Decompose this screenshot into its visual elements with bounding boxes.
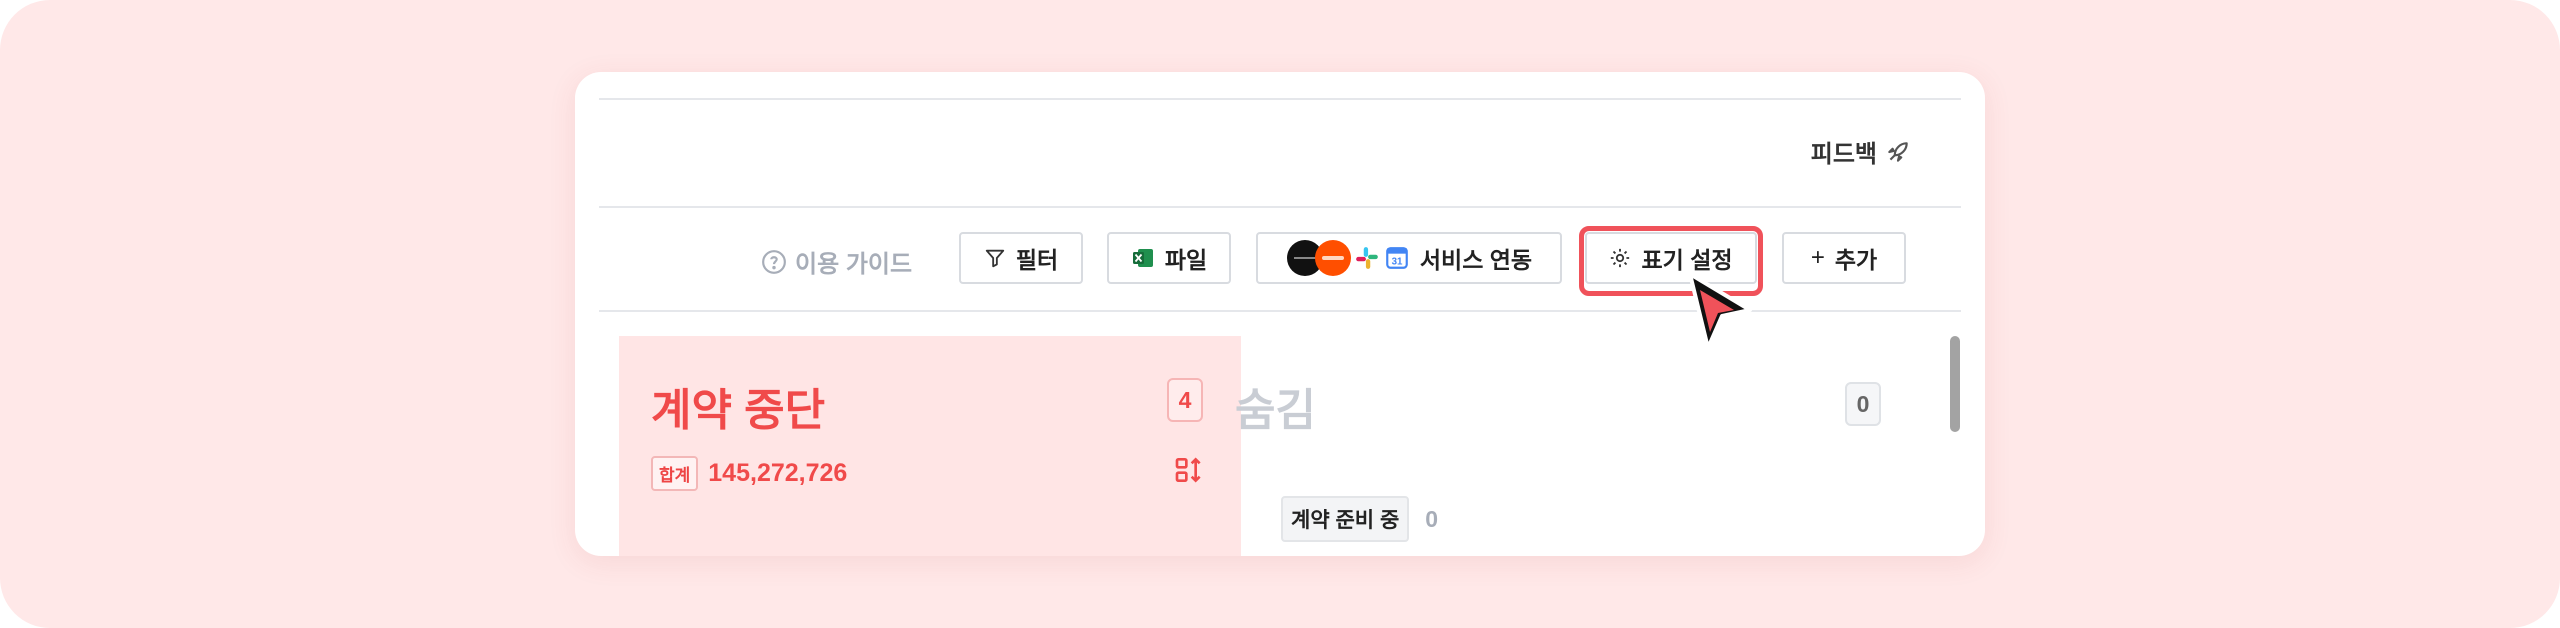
- count-badge: 0: [1845, 382, 1881, 426]
- rocket-icon: [1888, 141, 1908, 162]
- total-tag: 합계: [651, 456, 699, 491]
- subgroup-count: 0: [1425, 505, 1439, 532]
- filter-button[interactable]: 필터: [959, 232, 1083, 284]
- mouse-cursor-icon: [1688, 272, 1752, 350]
- feedback-button[interactable]: 피드백: [1811, 134, 1911, 169]
- svg-text:31: 31: [1391, 257, 1402, 268]
- feedback-label: 피드백: [1810, 141, 1877, 168]
- filter-icon: [985, 249, 1004, 268]
- column-total: 합계 145,272,726: [651, 456, 847, 491]
- help-circle-icon: [762, 249, 786, 274]
- plus-icon: +: [1810, 244, 1825, 271]
- guide-label: 이용 가이드: [795, 251, 913, 278]
- integration-logos: 31: [1286, 239, 1410, 277]
- excel-icon: [1132, 249, 1153, 267]
- subgroup: 계약 준비 중 0: [1281, 496, 1438, 542]
- scrollbar[interactable]: [1950, 336, 1960, 432]
- toolbar: 이용 가이드 필터 파일 31 서비스 연동 표기 설정 + 추가: [575, 230, 1985, 286]
- integration-label: 서비스 연동: [1419, 247, 1533, 273]
- column-contract-suspended[interactable]: 계약 중단 4 합계 145,272,726: [619, 336, 1241, 556]
- divider: [599, 310, 1961, 312]
- add-button[interactable]: + 추가: [1782, 232, 1906, 284]
- service-integration-button[interactable]: 31 서비스 연동: [1256, 232, 1562, 284]
- app-panel: 피드백 이용 가이드 필터 파일 31 서비스 연동 표기 설정 + 추가 계약…: [575, 72, 1985, 556]
- column-title: 계약 중단: [651, 386, 826, 435]
- divider: [599, 206, 1961, 208]
- slack-logo-icon: [1356, 247, 1378, 269]
- calendar-logo-icon: 31: [1386, 247, 1408, 269]
- add-label: 추가: [1834, 247, 1878, 273]
- file-label: 파일: [1164, 247, 1208, 273]
- column-title: 숨김: [1235, 386, 1316, 435]
- zapier-logo-icon: [1314, 240, 1351, 276]
- divider: [599, 98, 1961, 100]
- filter-label: 필터: [1015, 247, 1059, 273]
- subgroup-label: 계약 준비 중: [1281, 496, 1410, 542]
- guide-link[interactable]: 이용 가이드: [761, 244, 912, 279]
- sort-icon[interactable]: [1173, 454, 1205, 486]
- total-amount: 145,272,726: [708, 459, 848, 487]
- count-badge: 4: [1167, 378, 1203, 422]
- file-button[interactable]: 파일: [1107, 232, 1231, 284]
